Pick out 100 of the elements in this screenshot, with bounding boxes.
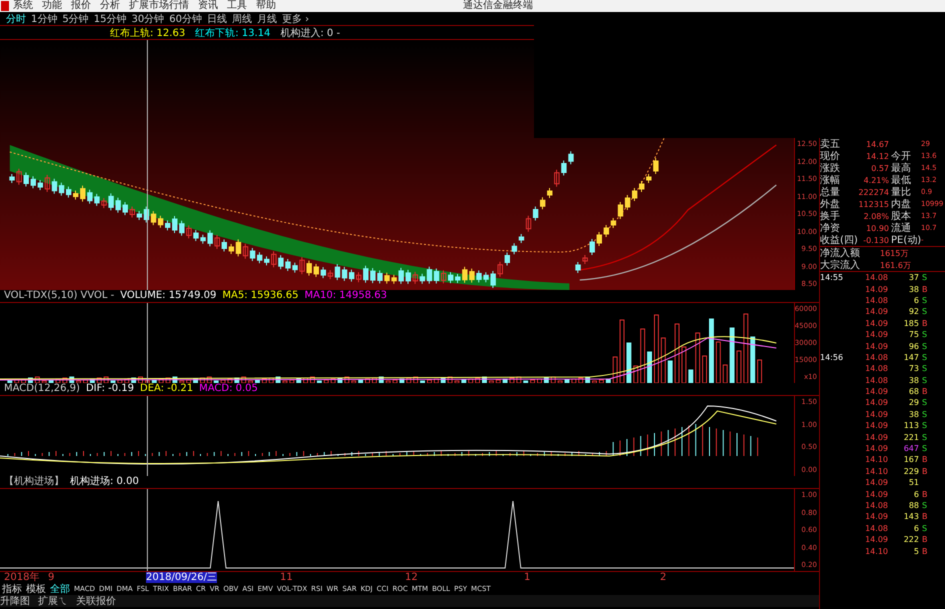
tick-volume: 185 bbox=[902, 318, 920, 328]
tick-side: S bbox=[922, 364, 928, 374]
tick-price: 14.09 bbox=[864, 444, 888, 454]
quote-label: 最低 bbox=[891, 174, 912, 186]
date-label: 12 bbox=[405, 572, 418, 583]
period-tab[interactable]: 月线 bbox=[256, 12, 277, 26]
tick-price: 14.08 bbox=[864, 524, 888, 533]
tick-volume: 222 bbox=[902, 535, 920, 544]
tick-price: 14.09 bbox=[864, 318, 888, 328]
tick-volume: 5 bbox=[912, 546, 920, 556]
period-tab[interactable]: 日线 bbox=[206, 12, 227, 26]
tick-price: 14.10 bbox=[864, 466, 888, 476]
tick-volume: 38 bbox=[908, 284, 920, 294]
tick-price: 14.09 bbox=[864, 535, 888, 544]
tick-side: S bbox=[922, 273, 928, 282]
tick-side: B bbox=[922, 490, 928, 499]
menu-item[interactable]: 帮助 bbox=[256, 0, 276, 12]
tick-side: B bbox=[922, 318, 928, 328]
tick-volume: 92 bbox=[908, 307, 920, 316]
flow-label: 净流入额 bbox=[820, 246, 861, 260]
tick-volume: 6 bbox=[912, 296, 920, 305]
quote-value: 112315 bbox=[858, 200, 890, 208]
tick-price: 14.09 bbox=[864, 342, 888, 351]
tick-side: S bbox=[922, 444, 928, 454]
quote-label: 股本 bbox=[891, 210, 912, 222]
app-logo-icon bbox=[1, 1, 9, 11]
tick-volume: 38 bbox=[908, 410, 920, 419]
quote-label: 涨幅 bbox=[820, 174, 841, 186]
quote-value: 222274 bbox=[858, 188, 890, 196]
period-tab[interactable]: 5分钟 bbox=[62, 12, 89, 26]
quote-label: 内盘 bbox=[891, 198, 912, 210]
tick-volume: 167 bbox=[902, 455, 920, 464]
tick-price: 14.08 bbox=[864, 376, 888, 385]
period-tab[interactable]: 60分钟 bbox=[169, 12, 202, 26]
quote-label: 换手 bbox=[820, 210, 841, 223]
tick-side: B bbox=[922, 546, 928, 556]
tick-price: 14.09 bbox=[864, 284, 888, 294]
indicator-legend: VOL-TDX(5,10) VVOL - bbox=[4, 290, 114, 302]
tick-price: 14.08 bbox=[864, 296, 888, 305]
indicator-value: 红布上轨: 12.63 bbox=[110, 26, 186, 40]
period-tab[interactable]: 15分钟 bbox=[94, 12, 126, 26]
quote-value: 4.21% bbox=[862, 176, 890, 184]
quote-label: PE(动) bbox=[891, 234, 921, 247]
period-tab[interactable]: 周线 bbox=[232, 12, 252, 26]
quote-value: -0.130 bbox=[862, 236, 890, 244]
tick-price: 14.08 bbox=[864, 364, 888, 374]
indicator-value: 机构进入: 0 - bbox=[280, 26, 340, 40]
period-tab[interactable]: 更多 › bbox=[282, 12, 310, 26]
menu-item[interactable]: 功能 bbox=[42, 0, 62, 12]
indicator-tab[interactable]: 指标 bbox=[2, 582, 22, 596]
tick-time: 14:56 bbox=[820, 352, 844, 362]
quote-label: 今开 bbox=[891, 150, 912, 162]
tick-side: S bbox=[922, 432, 928, 442]
flow-value: 1615万 bbox=[880, 248, 910, 258]
quote-label: 涨跌 bbox=[820, 162, 841, 174]
tick-volume: 29 bbox=[908, 398, 920, 408]
date-label: 11 bbox=[280, 572, 293, 583]
indicator-tab[interactable]: 全部 bbox=[50, 582, 70, 596]
quote-label: 流通 bbox=[891, 222, 912, 235]
tick-side: S bbox=[922, 330, 928, 340]
tick-volume: 6 bbox=[912, 490, 920, 499]
status-item[interactable]: 关联报价 bbox=[76, 594, 116, 608]
date-label: 1 bbox=[524, 572, 530, 583]
tick-price: 14.09 bbox=[864, 307, 888, 316]
quote-value: 10.90 bbox=[865, 224, 890, 232]
tick-volume: 113 bbox=[902, 421, 920, 430]
indicator-tab[interactable]: 模板 bbox=[26, 582, 46, 596]
tick-volume: 6 bbox=[912, 524, 920, 533]
quote-label: 量比 bbox=[891, 186, 912, 198]
quote-value: 14.12 bbox=[865, 152, 890, 160]
tick-volume: 51 bbox=[908, 478, 920, 488]
menu-item[interactable]: 资讯 bbox=[198, 0, 218, 12]
menu-item[interactable]: 工具 bbox=[227, 0, 247, 12]
tick-side: B bbox=[922, 284, 928, 294]
tick-price: 14.09 bbox=[864, 398, 888, 408]
tick-price: 14.09 bbox=[864, 387, 888, 396]
app-title: 通达信金融终端 bbox=[463, 0, 533, 12]
quote-value: 2.08% bbox=[862, 212, 890, 220]
status-item[interactable]: 扩展ㄟ bbox=[38, 594, 68, 608]
status-item[interactable]: 升降图 bbox=[0, 594, 30, 608]
menu-item[interactable]: 分析 bbox=[100, 0, 120, 12]
tick-price: 14.10 bbox=[864, 455, 888, 464]
tick-volume: 147 bbox=[902, 352, 920, 362]
quote-label: 卖五 bbox=[820, 138, 841, 151]
date-label: 2 bbox=[660, 572, 666, 583]
quote-label: 净资 bbox=[820, 222, 841, 235]
menu-item[interactable]: 报价 bbox=[71, 0, 91, 12]
tick-volume: 221 bbox=[902, 432, 920, 442]
tick-volume: 647 bbox=[902, 444, 920, 454]
tick-price: 14.08 bbox=[864, 273, 888, 282]
tick-volume: 229 bbox=[902, 466, 920, 476]
tick-side: B bbox=[922, 466, 928, 476]
period-tab[interactable]: 1分钟 bbox=[31, 12, 58, 26]
quote-label: 收益(四) bbox=[820, 234, 858, 247]
tick-side: B bbox=[922, 535, 928, 544]
tick-side: B bbox=[922, 512, 928, 522]
period-tab[interactable]: 30分钟 bbox=[131, 12, 164, 26]
tick-side: S bbox=[922, 501, 928, 510]
period-tab[interactable]: 分时 bbox=[6, 12, 26, 26]
quote-label: 最高 bbox=[891, 162, 912, 175]
